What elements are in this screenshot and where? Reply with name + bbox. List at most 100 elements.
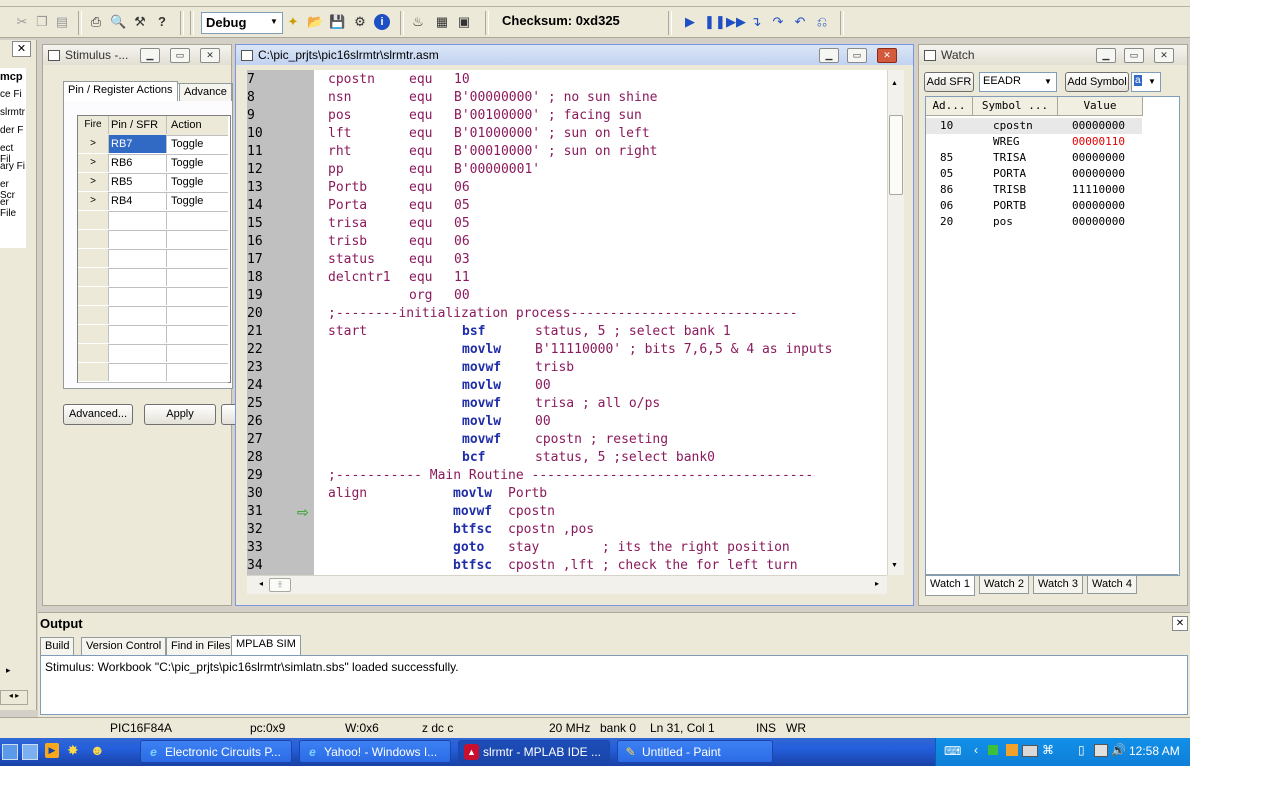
table-row[interactable]: 85 TRISA 00000000 — [926, 150, 1142, 166]
code-line[interactable]: 20 ;--------initialization process-------… — [247, 305, 887, 323]
output-text-area[interactable]: Stimulus: Workbook "C:\pic_prjts\pic16sl… — [40, 655, 1188, 715]
code-line[interactable]: 10 lft equ B'01000000' ; sun on left — [247, 125, 887, 143]
code-editor[interactable]: 7 cpostn equ 10 8 nsn equ B'00000000' ; no sun … — [247, 70, 887, 575]
scroll-left-icon[interactable]: ◂ — [259, 579, 263, 588]
table-row[interactable]: 86 TRISB 11110000 — [926, 182, 1142, 198]
pin-cell[interactable]: RB7 — [109, 135, 167, 153]
taskbar-item[interactable]: e Yahoo! - Windows I... — [299, 740, 451, 763]
network-icon[interactable]: ⌘ — [1042, 743, 1054, 757]
halt-icon[interactable]: ❚❚ — [704, 14, 726, 30]
scroll-thumb[interactable] — [889, 115, 903, 195]
watch-titlebar[interactable]: Watch ▁ ▭ ✕ — [919, 45, 1187, 65]
maximize-icon[interactable]: ▭ — [170, 48, 190, 63]
fire-button[interactable]: > — [78, 192, 109, 210]
code-line[interactable]: 27 movwf cpostn ; reseting — [247, 431, 887, 449]
col-header-symbol[interactable]: Symbol ... — [973, 97, 1058, 116]
table-row[interactable]: > RB6 Toggle — [78, 154, 228, 174]
advanced-button[interactable]: Advanced... — [63, 404, 133, 425]
minimize-icon[interactable]: ▁ — [1096, 48, 1116, 63]
table-row[interactable]: 05 PORTA 00000000 — [926, 166, 1142, 182]
vertical-scrollbar[interactable]: ▲ ▼ — [887, 70, 904, 575]
tab-watch-3[interactable]: Watch 3 — [1033, 576, 1083, 594]
horizontal-scrollbar[interactable]: ◂ ▸ — [0, 690, 28, 705]
tab-watch-4[interactable]: Watch 4 — [1087, 576, 1137, 594]
make-icon[interactable]: ♨ — [410, 14, 426, 30]
build-config-select[interactable]: Debug ▼ — [201, 12, 283, 34]
code-line[interactable]: 18 delcntr1 equ 11 — [247, 269, 887, 287]
save-icon[interactable]: 💾 — [329, 14, 345, 30]
code-line[interactable]: 24 movlw 00 — [247, 377, 887, 395]
fire-button[interactable]: > — [78, 173, 109, 191]
clock[interactable]: 12:58 AM — [1129, 744, 1180, 758]
tree-item[interactable]: slrmtr — [0, 107, 25, 118]
animate-icon[interactable]: ▶▶ — [726, 14, 746, 30]
tab-pin-register-actions[interactable]: Pin / Register Actions — [63, 81, 178, 101]
table-row[interactable] — [78, 344, 228, 364]
fire-button[interactable]: > — [78, 135, 109, 153]
table-row[interactable] — [78, 211, 228, 231]
tree-item[interactable]: der F — [0, 125, 23, 136]
tab-build[interactable]: Build — [40, 637, 75, 655]
code-line[interactable]: 12 pp equ B'00000001' — [247, 161, 887, 179]
table-row[interactable] — [78, 306, 228, 326]
tree-item[interactable]: er File — [0, 197, 26, 219]
find-in-files-icon[interactable]: ⚒ — [132, 14, 148, 30]
tab-mplab-sim[interactable]: MPLAB SIM — [231, 635, 301, 655]
find-icon[interactable]: 🔍 — [110, 14, 126, 30]
tab-watch-2[interactable]: Watch 2 — [979, 576, 1029, 594]
col-header-address[interactable]: Ad... — [926, 97, 973, 116]
action-cell[interactable]: Toggle — [168, 173, 228, 191]
maximize-icon[interactable]: ▭ — [847, 48, 867, 63]
minimize-icon[interactable]: ▁ — [140, 48, 160, 63]
apply-button[interactable]: Apply — [144, 404, 216, 425]
copy-icon[interactable]: ❐ — [34, 14, 50, 30]
table-row[interactable]: 10 cpostn 00000000 — [926, 118, 1142, 134]
code-line[interactable]: 26 movlw 00 — [247, 413, 887, 431]
open-folder-icon[interactable]: 📂 — [307, 14, 323, 30]
table-row[interactable] — [78, 325, 228, 345]
step-over-icon[interactable]: ↷ — [770, 14, 786, 30]
action-cell[interactable]: Toggle — [168, 154, 228, 172]
tab-version-control[interactable]: Version Control — [81, 637, 167, 655]
watch-value[interactable]: 00000000 — [1072, 150, 1125, 166]
code-line[interactable]: 23 movwf trisb — [247, 359, 887, 377]
code-line[interactable]: 13 Portb equ 06 — [247, 179, 887, 197]
code-line[interactable]: 11 rht equ B'00010000' ; sun on right — [247, 143, 887, 161]
quicklaunch-icon[interactable]: ✸ — [67, 742, 79, 759]
close-icon[interactable]: ✕ — [12, 41, 31, 57]
code-line[interactable]: 34 btfsc cpostn ,lft ; check the for left … — [247, 557, 887, 575]
minimize-icon[interactable]: ▁ — [819, 48, 839, 63]
reset-icon[interactable]: ⎌ — [814, 14, 830, 30]
tab-find-in-files[interactable]: Find in Files — [166, 637, 236, 655]
step-out-icon[interactable]: ↶ — [792, 14, 808, 30]
tree-item[interactable]: ary Fi — [0, 161, 25, 172]
cut-icon[interactable]: ✂ — [14, 14, 30, 30]
code-line[interactable]: 32 btfsc cpostn ,pos — [247, 521, 887, 539]
scroll-down-icon[interactable]: ▼ — [891, 562, 898, 569]
col-header-value[interactable]: Value — [1058, 97, 1143, 116]
code-line[interactable]: 31 movwf cpostn — [247, 503, 887, 521]
help-icon[interactable]: ? — [154, 14, 170, 30]
tree-item[interactable]: mcp — [0, 71, 23, 83]
keyboard-icon[interactable]: ⌨ — [944, 744, 961, 758]
chevron-right-icon[interactable]: ▸ — [6, 665, 11, 676]
media-player-icon[interactable]: ▶ — [45, 743, 59, 758]
code-line[interactable]: 15 trisa equ 05 — [247, 215, 887, 233]
taskbar-item[interactable]: e Electronic Circuits P... — [140, 740, 292, 763]
scroll-up-icon[interactable]: ▲ — [891, 80, 898, 87]
taskbar-item[interactable]: ✎ Untitled - Paint — [617, 740, 773, 763]
code-line[interactable]: 19 org 00 — [247, 287, 887, 305]
table-row[interactable] — [78, 363, 228, 383]
sfr-select[interactable]: EEADR ▼ — [979, 72, 1057, 92]
paste-icon[interactable]: ▤ — [54, 14, 70, 30]
scroll-right-icon[interactable]: ▸ — [875, 579, 879, 588]
build-icon[interactable]: ⚙ — [352, 14, 368, 30]
table-row[interactable] — [78, 230, 228, 250]
watch-value[interactable]: 00000110 — [1072, 134, 1125, 150]
horizontal-scrollbar[interactable]: ◂ ⦙⦙ ▸ — [247, 575, 887, 594]
code-line[interactable]: 9 pos equ B'00100000' ; facing sun — [247, 107, 887, 125]
volume-icon[interactable]: 🔊 — [1111, 743, 1126, 757]
code-line[interactable]: 33 goto stay ; its the right position — [247, 539, 887, 557]
code-line[interactable]: 30 align movlw Portb — [247, 485, 887, 503]
editor-titlebar[interactable]: C:\pic_prjts\pic16slrmtr\slrmtr.asm ▁ ▭ … — [236, 45, 913, 65]
